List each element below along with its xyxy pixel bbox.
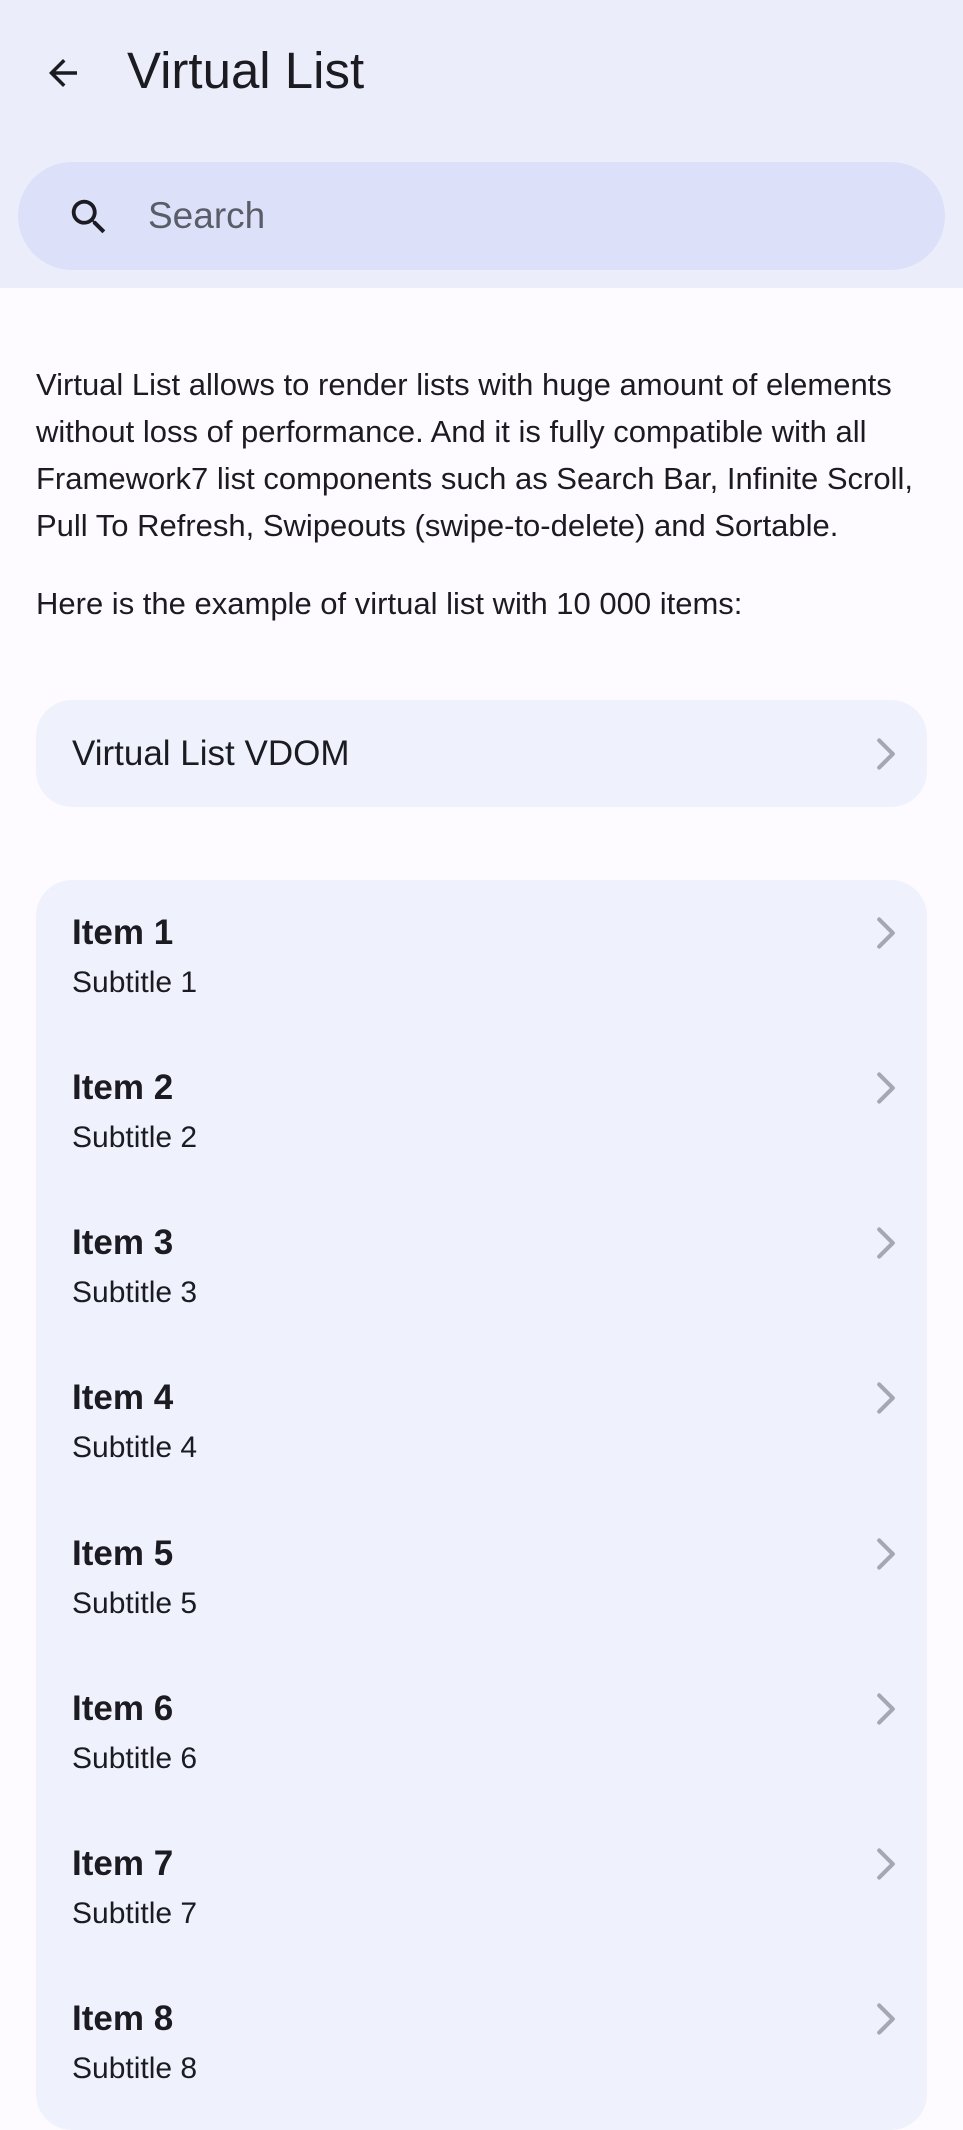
chevron-right-icon: [877, 1072, 895, 1104]
item-title: Item 8: [72, 1999, 174, 2038]
chevron-right-icon: [877, 1538, 895, 1570]
back-button[interactable]: [30, 40, 96, 106]
search-icon: [71, 199, 106, 234]
item-subtitle: Subtitle 4: [72, 1431, 198, 1464]
item-subtitle: Subtitle 7: [72, 1897, 198, 1930]
intro-block: Virtual List allows to render lists with…: [36, 361, 936, 549]
item-subtitle: Subtitle 6: [72, 1742, 198, 1775]
example-note: Here is the example of virtual list with…: [36, 586, 743, 621]
vdom-list: Virtual List VDOM: [36, 700, 927, 807]
item-title: Item 5: [72, 1534, 174, 1573]
chevron-right-icon: [877, 917, 895, 949]
item-title: Item 6: [72, 1689, 174, 1728]
item-title: Item 3: [72, 1223, 174, 1262]
item-title: Item 2: [72, 1068, 174, 1107]
vdom-link-label: Virtual List VDOM: [72, 734, 350, 773]
list-item[interactable]: Item 6 Subtitle 6: [36, 1656, 927, 1811]
item-subtitle: Subtitle 2: [72, 1121, 198, 1154]
chevron-right-icon: [877, 1693, 895, 1725]
item-title: Item 1: [72, 913, 174, 952]
list-item[interactable]: Item 4 Subtitle 4: [36, 1345, 927, 1500]
chevron-right-icon: [877, 1227, 895, 1259]
intro-paragraph: Virtual List allows to render lists with…: [36, 367, 913, 543]
item-subtitle: Subtitle 5: [72, 1587, 198, 1620]
item-title: Item 7: [72, 1844, 174, 1883]
chevron-right-icon: [877, 1848, 895, 1880]
list-item[interactable]: Item 2 Subtitle 2: [36, 1035, 927, 1190]
item-subtitle: Subtitle 3: [72, 1276, 198, 1309]
list-item[interactable]: Item 5 Subtitle 5: [36, 1501, 927, 1656]
chevron-right-icon: [877, 738, 895, 770]
chevron-right-icon: [877, 1382, 895, 1414]
navbar: Virtual List: [0, 0, 963, 288]
virtual-list-vdom-link[interactable]: Virtual List VDOM: [36, 700, 927, 807]
item-title: Item 4: [72, 1378, 174, 1417]
searchbar[interactable]: [18, 162, 945, 270]
page-title: Virtual List: [127, 42, 365, 99]
chevron-right-icon: [877, 2003, 895, 2035]
arrow-left-icon: [49, 59, 77, 87]
list-item[interactable]: Item 7 Subtitle 7: [36, 1811, 927, 1966]
example-note-block: Here is the example of virtual list with…: [36, 580, 936, 627]
item-subtitle: Subtitle 8: [72, 2052, 198, 2085]
search-input[interactable]: [130, 162, 928, 270]
list-item[interactable]: Item 1 Subtitle 1: [36, 880, 927, 1035]
list-item[interactable]: Item 8 Subtitle 8: [36, 1966, 927, 2121]
item-subtitle: Subtitle 1: [72, 966, 198, 999]
list-item[interactable]: Item 3 Subtitle 3: [36, 1190, 927, 1345]
virtual-list: Item 1 Subtitle 1 Item 2 Subtitle 2 Item…: [36, 880, 927, 2130]
